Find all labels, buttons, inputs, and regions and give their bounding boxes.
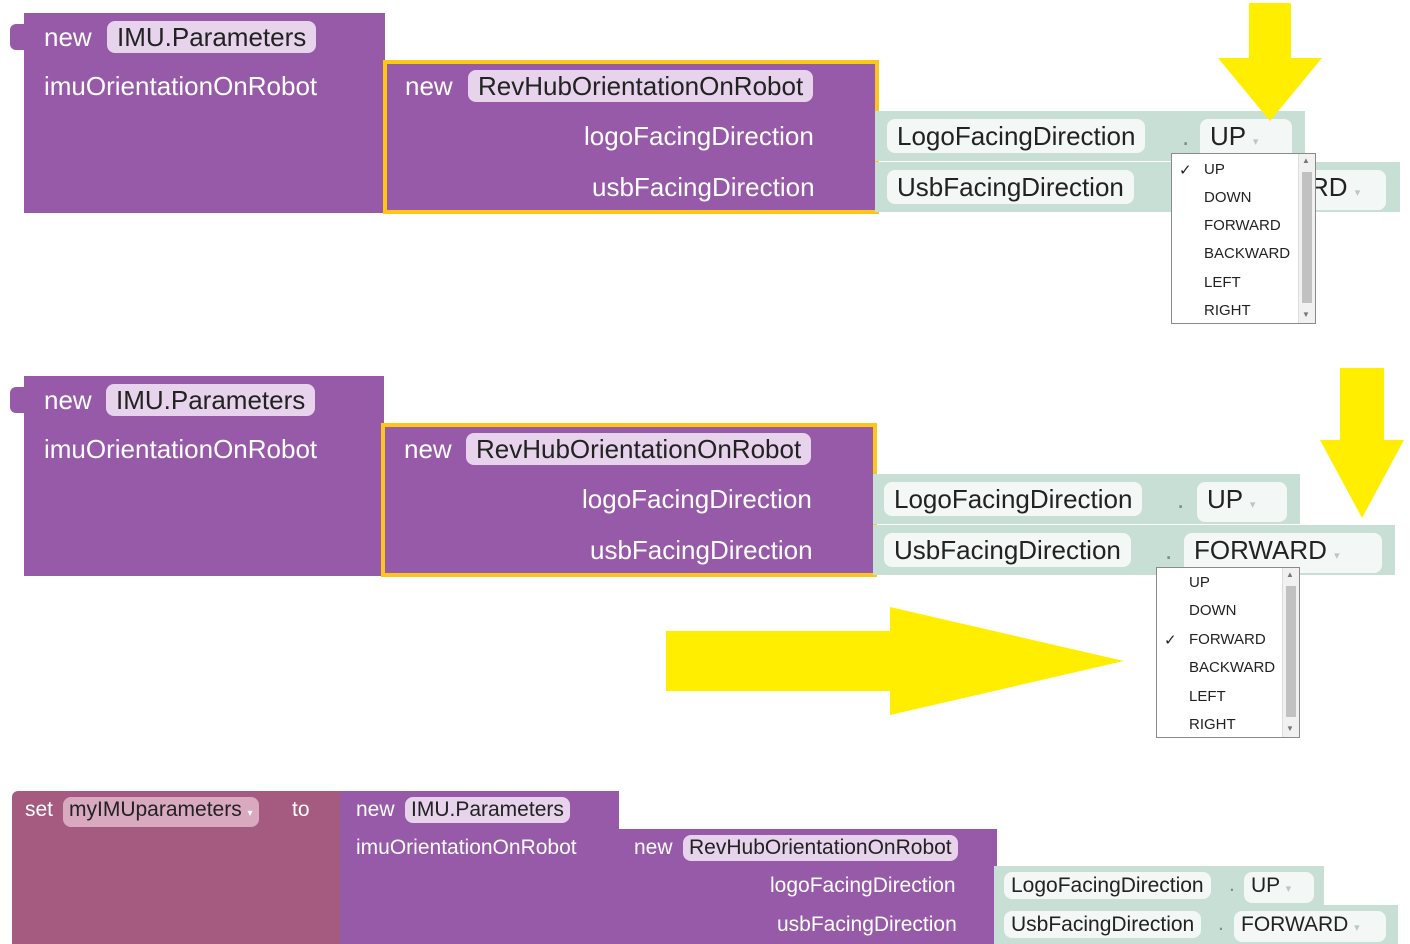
value-text: UP xyxy=(1210,121,1246,151)
chevron-down-icon: ▾ xyxy=(1334,550,1340,562)
dot-separator: . xyxy=(1177,484,1185,514)
value-text: FORWARD xyxy=(1194,535,1327,565)
logo-enum-chip: LogoFacingDirection xyxy=(1004,872,1211,899)
logo-facing-label: logoFacingDirection xyxy=(584,121,814,151)
logo-enum-chip: LogoFacingDirection xyxy=(887,119,1146,153)
usb-enum-chip: UsbFacingDirection xyxy=(884,533,1131,567)
output-connector xyxy=(10,24,24,50)
dropdown-menu[interactable]: ✓ UP DOWN FORWARD BACKWARD LEFT RIGHT ▲ … xyxy=(1171,153,1316,324)
variable-name: myIMUparameters xyxy=(69,798,242,821)
menu-item[interactable]: DOWN xyxy=(1189,602,1237,619)
usb-value-dropdown[interactable]: FORWARD ▾ xyxy=(1234,911,1386,942)
menu-item[interactable]: DOWN xyxy=(1204,189,1252,206)
dot-separator: . xyxy=(1229,873,1235,896)
new-keyword: new xyxy=(44,22,92,52)
check-icon: ✓ xyxy=(1164,632,1177,649)
check-icon: ✓ xyxy=(1179,162,1192,179)
menu-item[interactable]: FORWARD xyxy=(1204,217,1281,234)
dropdown-menu[interactable]: UP DOWN ✓ FORWARD BACKWARD LEFT RIGHT ▲ … xyxy=(1156,567,1300,738)
revhub-class-chip: RevHubOrientationOnRobot xyxy=(466,433,812,465)
usb-facing-label: usbFacingDirection xyxy=(777,913,957,936)
menu-item[interactable]: UP xyxy=(1189,574,1210,591)
arrow-down-icon xyxy=(1218,3,1322,121)
chevron-down-icon: ▾ xyxy=(1252,136,1259,148)
scrollbar-thumb[interactable] xyxy=(1286,586,1296,717)
logo-facing-label: logoFacingDirection xyxy=(582,484,812,514)
new-keyword: new xyxy=(44,385,92,415)
revhub-class-chip: RevHubOrientationOnRobot xyxy=(468,70,814,102)
imu-parameters-chip: IMU.Parameters xyxy=(107,21,317,53)
value-text: UP xyxy=(1251,874,1280,897)
scroll-down-icon[interactable]: ▼ xyxy=(1286,724,1294,733)
menu-item[interactable]: RIGHT xyxy=(1189,716,1236,733)
usb-facing-label: usbFacingDirection xyxy=(590,535,813,565)
scrollbar-thumb[interactable] xyxy=(1302,172,1312,303)
chevron-down-icon: ▾ xyxy=(1354,922,1360,934)
scroll-up-icon[interactable]: ▲ xyxy=(1302,156,1310,165)
chevron-down-icon: ▾ xyxy=(1354,187,1361,199)
new-keyword: new xyxy=(405,71,453,101)
variable-dropdown[interactable]: myIMUparameters ▾ xyxy=(63,797,259,827)
chevron-down-icon: ▾ xyxy=(1249,499,1256,511)
to-keyword: to xyxy=(292,798,310,821)
value-text: UP xyxy=(1207,484,1243,514)
logo-enum-chip: LogoFacingDirection xyxy=(884,482,1143,516)
menu-item[interactable]: FORWARD xyxy=(1189,631,1266,648)
arrow-right-icon xyxy=(666,607,1124,715)
dot-separator: . xyxy=(1182,121,1190,151)
revhub-class-chip: RevHubOrientationOnRobot xyxy=(683,835,958,861)
output-connector xyxy=(10,387,24,413)
imu-orientation-label: imuOrientationOnRobot xyxy=(44,434,318,464)
chevron-down-icon: ▾ xyxy=(247,808,253,819)
usb-enum-chip: UsbFacingDirection xyxy=(887,170,1134,204)
logo-value-dropdown[interactable]: UP ▾ xyxy=(1197,482,1287,522)
dot-separator: . xyxy=(1165,535,1173,565)
menu-item[interactable]: BACKWARD xyxy=(1204,245,1290,262)
arrow-down-icon xyxy=(1320,368,1404,518)
imu-orientation-label: imuOrientationOnRobot xyxy=(44,71,318,101)
scroll-up-icon[interactable]: ▲ xyxy=(1286,570,1294,579)
set-keyword: set xyxy=(25,798,54,821)
logo-value-dropdown[interactable]: UP ▾ xyxy=(1244,872,1314,903)
imu-parameters-chip: IMU.Parameters xyxy=(106,384,316,416)
logo-facing-label: logoFacingDirection xyxy=(770,874,956,897)
chevron-down-icon: ▾ xyxy=(1285,883,1292,895)
imu-parameters-chip: IMU.Parameters xyxy=(405,797,570,823)
menu-item[interactable]: BACKWARD xyxy=(1189,659,1275,676)
menu-item[interactable]: RIGHT xyxy=(1204,302,1251,319)
new-keyword: new xyxy=(404,434,452,464)
value-text: FORWARD xyxy=(1241,913,1349,936)
imu-orientation-label: imuOrientationOnRobot xyxy=(356,836,577,859)
new-keyword: new xyxy=(634,836,673,859)
menu-item[interactable]: LEFT xyxy=(1189,688,1226,705)
menu-item[interactable]: LEFT xyxy=(1204,274,1241,291)
new-keyword: new xyxy=(356,798,395,821)
usb-facing-label: usbFacingDirection xyxy=(592,172,815,202)
scroll-down-icon[interactable]: ▼ xyxy=(1302,310,1310,319)
dot-separator: . xyxy=(1218,912,1224,935)
usb-enum-chip: UsbFacingDirection xyxy=(1004,911,1202,938)
scrollbar[interactable]: ▲ ▼ xyxy=(1298,154,1315,323)
menu-item[interactable]: UP xyxy=(1204,161,1225,178)
scrollbar[interactable]: ▲ ▼ xyxy=(1282,568,1299,737)
